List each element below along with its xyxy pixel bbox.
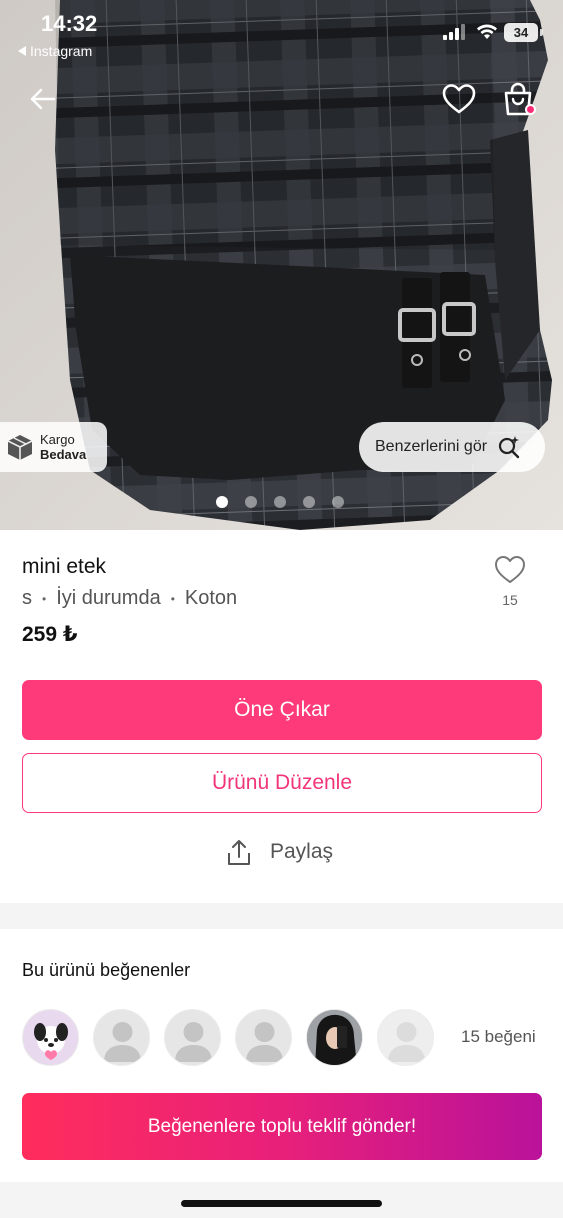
- avatar[interactable]: [235, 1009, 292, 1066]
- avatar[interactable]: [164, 1009, 221, 1066]
- product-condition: İyi durumda: [56, 587, 161, 609]
- status-time: 14:32: [41, 11, 98, 36]
- like-count: 15: [502, 592, 518, 608]
- home-indicator[interactable]: [181, 1200, 382, 1207]
- boost-button[interactable]: Öne Çıkar: [22, 680, 542, 740]
- see-similar-button[interactable]: Benzerlerini gör: [359, 422, 545, 472]
- edit-product-button[interactable]: Ürünü Düzenle: [22, 753, 542, 813]
- cartoon-dog-avatar-icon: [34, 1023, 68, 1060]
- back-app-label: Instagram: [30, 43, 93, 59]
- product-price: 259 ₺: [22, 623, 78, 646]
- likers-avatar-list: [22, 1009, 434, 1066]
- meta-separator: •: [170, 591, 175, 606]
- carousel-indicator: [216, 496, 344, 508]
- meta-separator: •: [42, 591, 47, 606]
- sparkle-search-icon: [498, 436, 520, 459]
- carousel-dot[interactable]: [245, 496, 257, 508]
- section-divider: [0, 903, 563, 929]
- product-title: mini etek: [22, 555, 107, 578]
- avatar[interactable]: [377, 1009, 434, 1066]
- share-button[interactable]: Paylaş: [226, 838, 333, 866]
- product-size: s: [22, 587, 32, 609]
- like-button[interactable]: 15: [490, 553, 530, 608]
- carousel-dot[interactable]: [332, 496, 344, 508]
- badge-label-2: Bedava: [40, 447, 87, 462]
- default-user-icon: [175, 1022, 212, 1062]
- arrow-left-icon[interactable]: [26, 82, 60, 116]
- user-photo-avatar: [307, 1010, 362, 1065]
- bulk-offer-button[interactable]: Beğenenlere toplu teklif gönder!: [22, 1093, 542, 1160]
- badge-label-1: Kargo: [40, 432, 75, 447]
- cart-notification-dot: [525, 104, 536, 115]
- package-box-icon: [7, 435, 33, 460]
- default-user-icon: [104, 1022, 141, 1062]
- cellular-signal-icon: [443, 24, 465, 40]
- default-user-icon: [246, 1022, 283, 1062]
- see-similar-label: Benzerlerini gör: [375, 438, 488, 455]
- product-photo[interactable]: 14:32 Instagram 34 Kargo Bedava Benzerle…: [0, 0, 563, 530]
- share-label: Paylaş: [270, 840, 334, 863]
- status-bar: 14:32 Instagram 34: [0, 0, 563, 70]
- heart-outline-icon: [495, 556, 525, 583]
- product-brand[interactable]: Koton: [185, 587, 237, 610]
- avatar[interactable]: [93, 1009, 150, 1066]
- carousel-dot[interactable]: [303, 496, 315, 508]
- share-icon: [228, 840, 250, 865]
- back-to-app-link[interactable]: Instagram: [18, 43, 92, 59]
- likers-heading: Bu ürünü beğenenler: [22, 960, 191, 980]
- default-user-icon: [388, 1022, 425, 1062]
- avatar[interactable]: [22, 1009, 79, 1066]
- battery-indicator: 34: [504, 23, 538, 42]
- carousel-dot[interactable]: [216, 496, 228, 508]
- back-triangle-icon: [18, 46, 26, 56]
- product-meta: s • İyi durumda • Koton: [22, 587, 237, 610]
- wifi-icon: [477, 24, 497, 39]
- heart-icon[interactable]: [440, 80, 478, 118]
- free-shipping-badge: Kargo Bedava: [0, 422, 107, 472]
- carousel-dot[interactable]: [274, 496, 286, 508]
- avatar[interactable]: [306, 1009, 363, 1066]
- battery-cap: [540, 29, 543, 36]
- likes-count-label[interactable]: 15 beğeni: [461, 1027, 536, 1047]
